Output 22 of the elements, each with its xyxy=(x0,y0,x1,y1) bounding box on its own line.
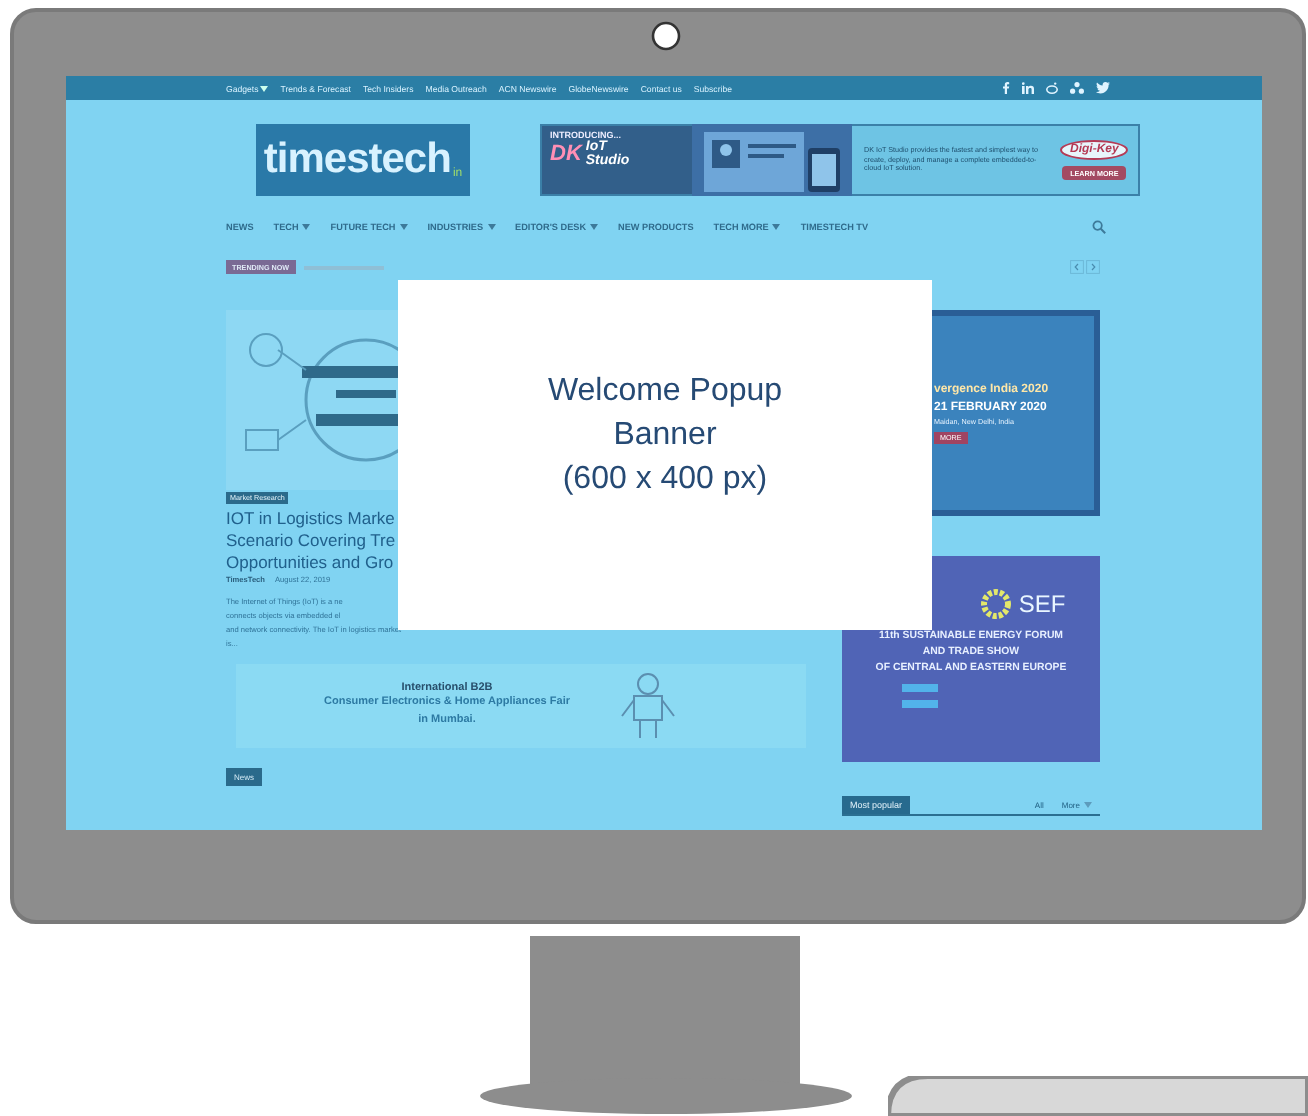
caret-icon xyxy=(772,223,781,229)
article-title[interactable]: IOT in Logistics Marke xyxy=(226,508,396,530)
article-title[interactable]: Opportunities and Gro xyxy=(226,551,396,573)
brand-mark: DK xyxy=(550,142,582,166)
article-title[interactable]: Scenario Covering Tre xyxy=(226,529,396,552)
caret-icon xyxy=(260,85,269,91)
previous-button[interactable] xyxy=(1070,260,1084,274)
caret-icon xyxy=(487,223,496,229)
caret-icon xyxy=(1084,802,1092,808)
facebook-icon[interactable] xyxy=(1002,82,1010,94)
next-button[interactable] xyxy=(1086,260,1100,274)
forum-logo: SEF xyxy=(1018,590,1066,618)
linkedin-icon[interactable] xyxy=(1022,82,1034,94)
popup-text: Welcome Popup Banner (600 x 400 px) xyxy=(547,371,783,499)
search-icon[interactable] xyxy=(1092,219,1106,233)
caret-icon xyxy=(590,223,599,229)
twitter-icon[interactable] xyxy=(1096,82,1110,94)
sun-icon xyxy=(980,588,1013,620)
camera-icon xyxy=(650,20,682,52)
caret-icon xyxy=(302,223,311,229)
share-icon[interactable] xyxy=(1070,82,1084,94)
caret-icon xyxy=(399,223,408,229)
